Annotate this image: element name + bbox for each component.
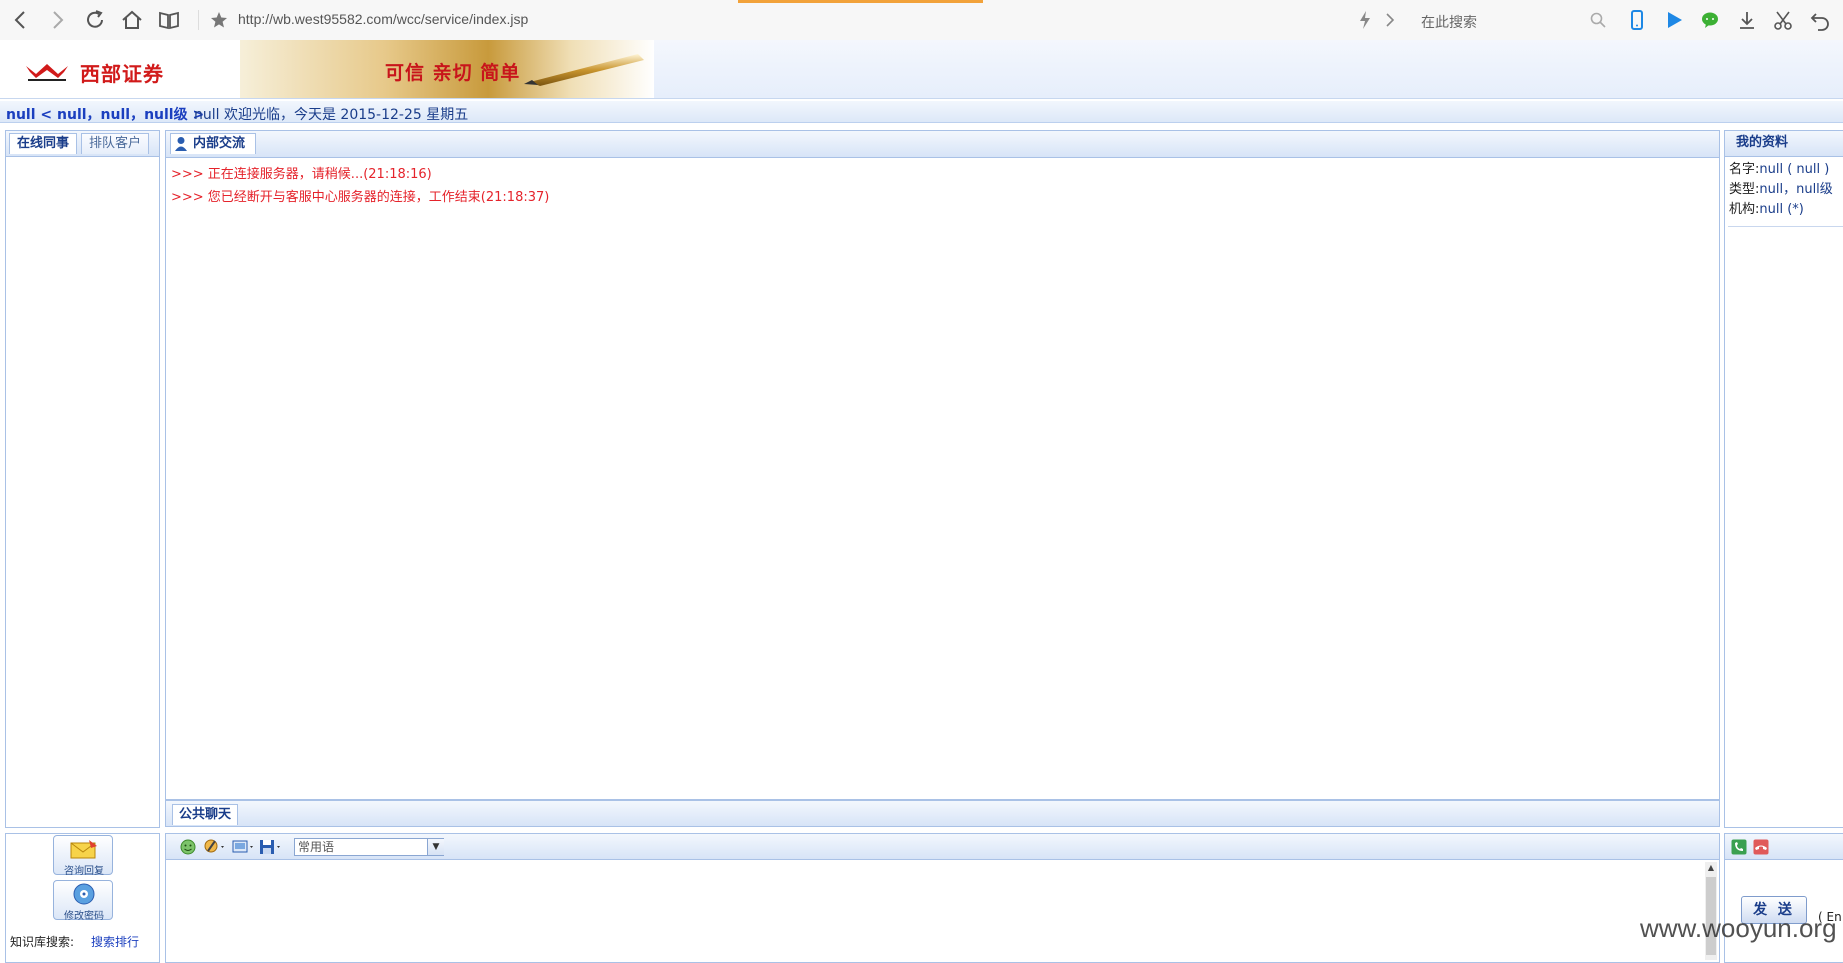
company-name: 西部证券 xyxy=(80,62,164,86)
search-ranking-link[interactable]: 搜索排行 xyxy=(91,933,139,950)
envelope-icon xyxy=(69,838,99,863)
back-icon[interactable] xyxy=(8,7,34,33)
left-tabstrip: 在线同事 排队客户 xyxy=(6,131,159,157)
pen-icon xyxy=(520,48,650,88)
tab-my-profile[interactable]: 我的资料 xyxy=(1727,133,1797,154)
home-icon[interactable] xyxy=(119,7,145,33)
forward-icon[interactable] xyxy=(44,7,70,33)
internal-chat-panel xyxy=(165,130,1720,800)
tab-queued-customers[interactable]: 排队客户 xyxy=(81,133,149,154)
save-icon[interactable] xyxy=(259,838,283,859)
welcome-message: null 欢迎光临，今天是 2015-12-25 星期五 xyxy=(194,107,469,123)
font-style-icon[interactable] xyxy=(203,838,227,859)
user-icon xyxy=(174,136,188,155)
emoticon-icon[interactable] xyxy=(180,839,196,858)
call-toolbar xyxy=(1725,834,1843,860)
search-icon[interactable] xyxy=(1590,12,1606,31)
bookmark-star-icon[interactable] xyxy=(210,11,228,32)
public-chat-bar: 公共聊天 xyxy=(165,800,1720,827)
profile-key: 名字: xyxy=(1729,162,1760,177)
screenshot-icon[interactable] xyxy=(232,838,256,859)
profile-key: 机构: xyxy=(1729,202,1760,217)
message-line: >>> 正在连接服务器，请稍候...(21:18:16) xyxy=(171,167,432,182)
center-tabstrip: 内部交流 xyxy=(166,131,1719,158)
tab-online-colleagues[interactable]: 在线同事 xyxy=(9,133,77,154)
message-line: >>> 您已经断开与客服中心服务器的连接，工作结束(21:18:37) xyxy=(171,190,550,205)
lightning-icon[interactable] xyxy=(1357,10,1373,33)
wechat-icon[interactable] xyxy=(1699,9,1721,31)
colleagues-panel xyxy=(5,130,160,828)
phone-hangup-icon[interactable] xyxy=(1753,839,1769,858)
profile-row-type: 类型:null，null级 xyxy=(1729,180,1833,200)
header-slogan: 可信 亲切 简单 xyxy=(385,62,521,84)
video-play-icon[interactable] xyxy=(1663,9,1685,31)
profile-row-org: 机构:null (*) xyxy=(1729,200,1833,220)
profile-value: null (*) xyxy=(1759,202,1804,217)
tab-internal-chat-label: 内部交流 xyxy=(193,136,246,151)
toolbar-divider xyxy=(198,10,199,30)
download-icon[interactable] xyxy=(1736,9,1758,31)
refresh-icon[interactable] xyxy=(82,7,108,33)
profile-key: 类型: xyxy=(1729,182,1760,197)
right-tabstrip: 我的资料 xyxy=(1725,131,1843,157)
profile-value: null ( null ) xyxy=(1759,162,1830,177)
chevron-down-icon[interactable]: ▼ xyxy=(427,839,444,855)
profile-divider xyxy=(1728,226,1843,227)
scissors-icon[interactable] xyxy=(1772,9,1794,31)
profile-value: null，null级 xyxy=(1759,182,1833,197)
search-placeholder: 在此搜索 xyxy=(1421,14,1477,30)
user-info: null < null，null，null级 > xyxy=(6,107,205,123)
watermark: www.wooyun.org xyxy=(1640,913,1837,943)
consult-reply-label: 咨询回复 xyxy=(64,866,104,877)
knowledge-base-search-label: 知识库搜索: xyxy=(10,935,75,949)
profile-row-name: 名字:null ( null ) xyxy=(1729,160,1833,180)
address-bar[interactable]: http://wb.west95582.com/wcc/service/inde… xyxy=(238,11,528,27)
reader-icon[interactable] xyxy=(156,7,182,33)
common-phrases-select[interactable]: 常用语 xyxy=(294,838,444,856)
profile-details: 名字:null ( null ) 类型:null，null级 机构:null (… xyxy=(1729,160,1833,220)
change-password-button[interactable]: 修改密码 xyxy=(53,880,113,922)
tab-public-chat[interactable]: 公共聊天 xyxy=(172,804,238,825)
company-logo-emblem xyxy=(24,62,70,82)
consult-reply-button[interactable]: 咨询回复 xyxy=(53,835,113,877)
message-log: >>> 正在连接服务器，请稍候...(21:18:16) >>> 您已经断开与客… xyxy=(171,163,1711,209)
my-profile-panel xyxy=(1724,130,1843,828)
password-disc-icon xyxy=(71,882,97,909)
undo-icon[interactable] xyxy=(1809,9,1831,31)
mobile-icon[interactable] xyxy=(1626,9,1648,31)
phone-answer-icon[interactable] xyxy=(1731,839,1747,858)
scroll-up-icon[interactable]: ▲ xyxy=(1705,862,1717,874)
change-password-label: 修改密码 xyxy=(64,911,104,922)
chevron-right-icon[interactable] xyxy=(1384,11,1396,32)
page-loading-indicator xyxy=(738,0,983,3)
